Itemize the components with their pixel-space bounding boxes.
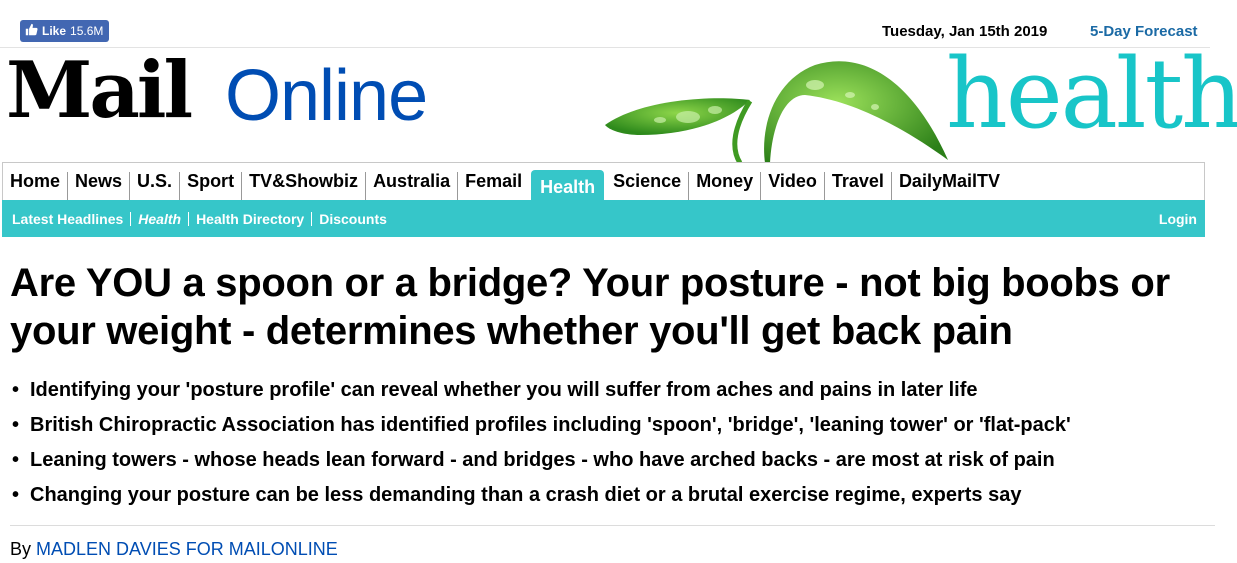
login-link[interactable]: Login (1159, 211, 1205, 227)
nav-item-video[interactable]: Video (761, 172, 825, 200)
facebook-like-button[interactable]: Like 15.6M (20, 20, 110, 42)
like-count: 15.6M (70, 24, 104, 38)
nav-item-home[interactable]: Home (3, 172, 69, 200)
nav-item-travel[interactable]: Travel (825, 172, 892, 200)
article-summary-list: Identifying your 'posture profile' can r… (10, 373, 1071, 513)
byline: By MADLEN DAVIES FOR MAILONLINE (10, 539, 338, 560)
nav-item-tvshowbiz[interactable]: TV&Showbiz (242, 172, 367, 200)
article-headline: Are YOU a spoon or a bridge? Your postur… (10, 261, 1170, 353)
nav-item-dailymailtv[interactable]: DailyMailTV (892, 172, 1007, 200)
mail-logo[interactable]: Mail (6, 52, 193, 130)
nav-item-news[interactable]: News (68, 172, 131, 200)
like-label: Like (42, 24, 67, 38)
nav-item-us[interactable]: U.S. (130, 172, 181, 200)
primary-nav: Home News U.S. Sport TV&Showbiz Australi… (2, 162, 1205, 200)
subnav-item-discounts[interactable]: Discounts (312, 212, 394, 226)
byline-prefix: By (10, 539, 32, 559)
subnav-item-health[interactable]: Health (131, 211, 190, 226)
thumbs-up-icon (25, 23, 38, 39)
subnav-item-health-directory[interactable]: Health Directory (189, 211, 313, 226)
divider (10, 525, 1215, 526)
summary-bullet: British Chiropractic Association has ide… (10, 408, 1071, 443)
summary-bullet: Changing your posture can be less demand… (10, 478, 1071, 513)
nav-item-money[interactable]: Money (689, 172, 762, 200)
summary-bullet: Identifying your 'posture profile' can r… (10, 373, 1071, 408)
author-link[interactable]: MADLEN DAVIES FOR MAILONLINE (36, 539, 338, 559)
subnav-item-latest-headlines[interactable]: Latest Headlines (5, 211, 132, 226)
nav-item-australia[interactable]: Australia (366, 172, 459, 200)
health-section-logo[interactable]: health (946, 46, 1237, 142)
online-logo[interactable]: Online (225, 60, 428, 132)
nav-item-science[interactable]: Science (606, 172, 690, 200)
nav-item-health[interactable]: Health (531, 170, 605, 200)
nav-item-sport[interactable]: Sport (180, 172, 243, 200)
leaf-illustration (605, 61, 948, 165)
summary-bullet: Leaning towers - whose heads lean forwar… (10, 443, 1071, 478)
nav-item-femail[interactable]: Femail (458, 172, 529, 200)
sub-nav: Latest Headlines Health Health Directory… (2, 200, 1205, 237)
